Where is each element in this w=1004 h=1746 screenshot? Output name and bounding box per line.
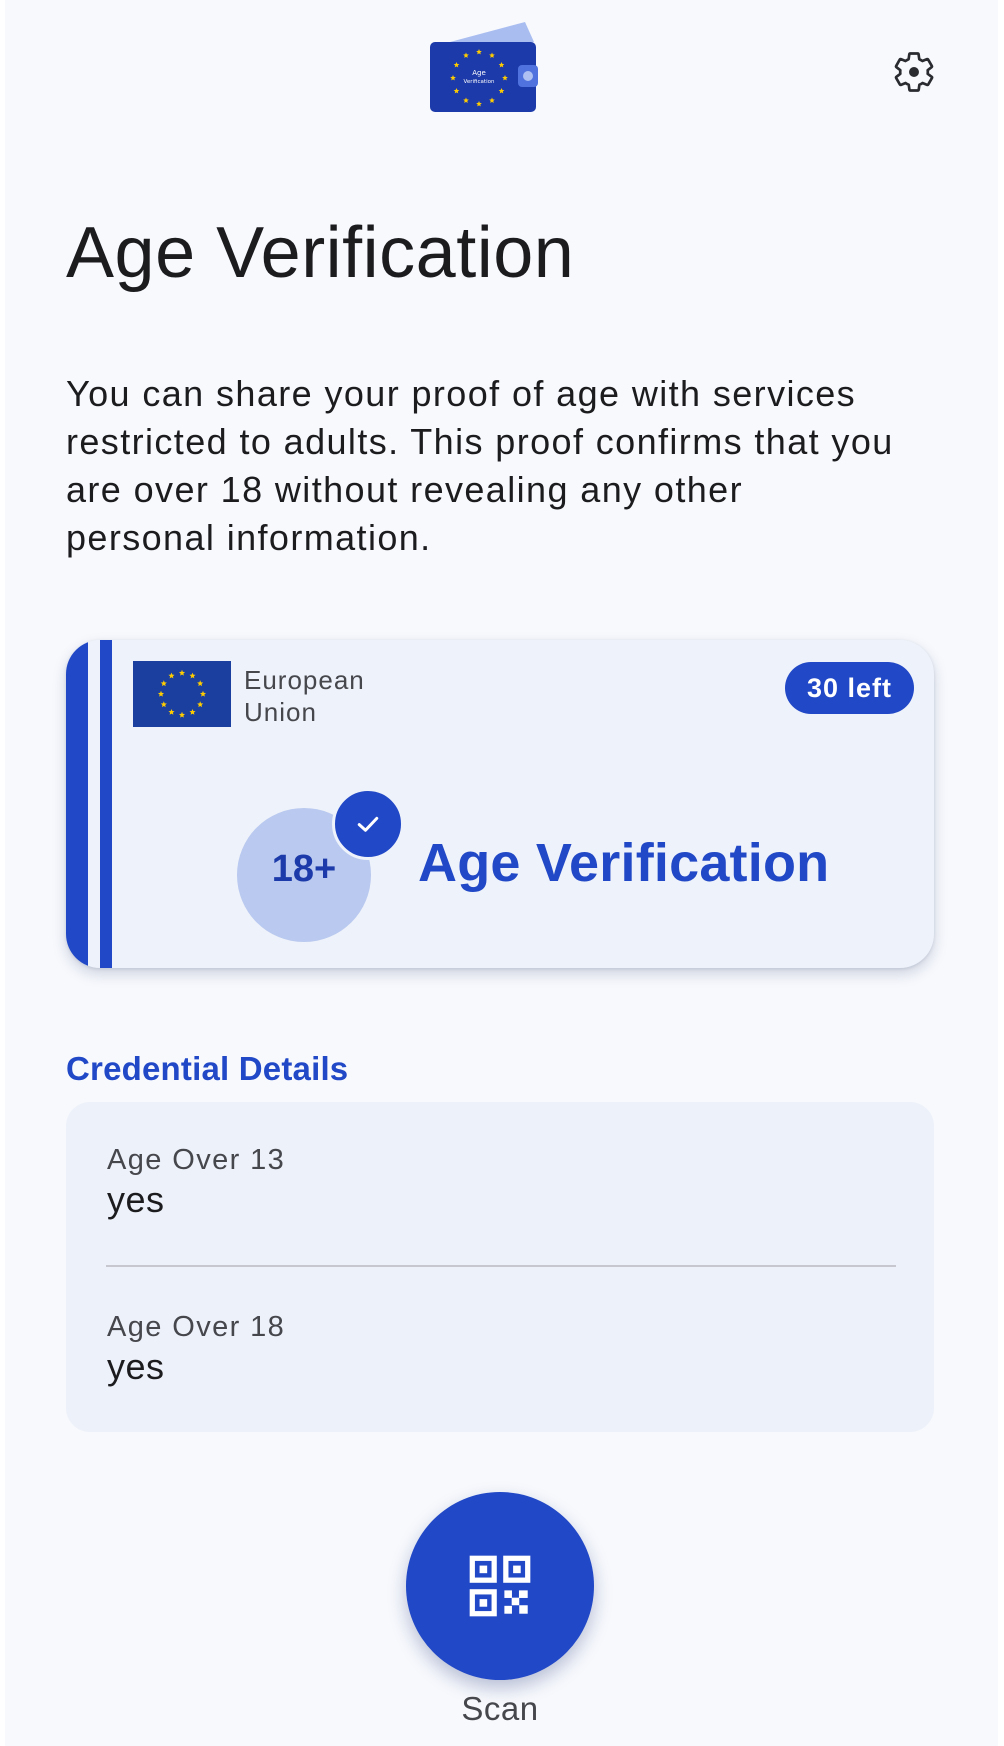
page-title: Age Verification	[66, 213, 575, 293]
svg-text:Age: Age	[472, 69, 486, 77]
detail-label: Age Over 13	[107, 1144, 286, 1176]
screen-edge-right	[998, 0, 1004, 1746]
detail-row: Age Over 18 yes	[107, 1309, 895, 1389]
detail-value: yes	[107, 1179, 165, 1220]
verified-badge	[332, 788, 404, 860]
intro-text: You can share your proof of age with ser…	[66, 373, 894, 558]
qr-code-icon	[469, 1555, 531, 1617]
wallet-logo-icon: Age Verification	[430, 22, 538, 112]
divider	[106, 1265, 896, 1267]
card-stripe	[66, 640, 88, 968]
credential-details-panel: Age Over 13 yes Age Over 18 yes	[66, 1102, 934, 1432]
gear-icon	[894, 52, 934, 92]
eu-flag-icon	[133, 661, 231, 727]
credential-card[interactable]: European Union 30 left 18+ Age Verificat…	[66, 640, 934, 968]
scan-label: Scan	[461, 1690, 539, 1727]
section-title: Credential Details	[66, 1050, 349, 1087]
svg-text:Verification: Verification	[464, 79, 495, 85]
issuer-name: European Union	[244, 665, 365, 727]
card-stripe	[100, 640, 112, 968]
check-icon	[357, 816, 379, 832]
detail-label: Age Over 18	[107, 1311, 286, 1343]
scan-button[interactable]	[406, 1492, 594, 1680]
detail-value: yes	[107, 1346, 165, 1387]
credential-title: Age Verification	[418, 833, 830, 893]
screen-edge-left	[0, 0, 5, 1746]
settings-button[interactable]	[886, 44, 942, 100]
app-logo: Age Verification	[430, 22, 552, 126]
detail-row: Age Over 13 yes	[107, 1142, 895, 1222]
remaining-count-badge: 30 left	[784, 662, 914, 714]
